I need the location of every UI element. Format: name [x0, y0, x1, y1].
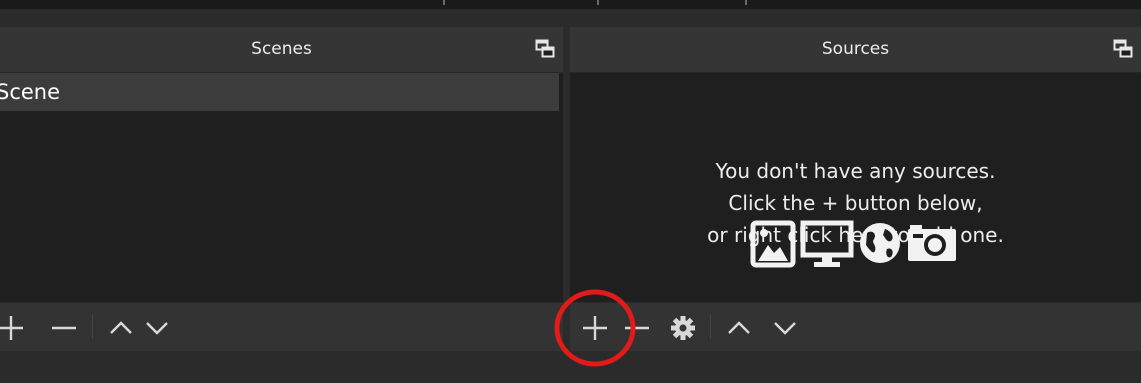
sources-title: Sources: [821, 39, 890, 59]
toolbar-separator: [710, 315, 711, 339]
undock-icon[interactable]: [1113, 39, 1133, 59]
top-strip-mark: [443, 0, 445, 5]
chevron-down-icon[interactable]: [770, 313, 800, 343]
minus-icon[interactable]: [49, 313, 79, 343]
top-strip-mark: [597, 0, 599, 5]
chevron-up-icon[interactable]: [724, 313, 754, 343]
gear-icon[interactable]: [668, 313, 698, 343]
scenes-toolbar: [0, 302, 563, 351]
scenes-titlebar: Scenes: [0, 27, 563, 73]
source-type-icons: [750, 219, 960, 269]
scene-item-label: Scene: [0, 80, 61, 104]
empty-message-line: You don't have any sources.: [715, 159, 996, 183]
image-icon: [750, 220, 796, 268]
scenes-list: Scene: [0, 73, 563, 302]
scenes-title: Scenes: [251, 39, 312, 59]
plus-icon[interactable]: [0, 313, 26, 343]
chevron-up-icon[interactable]: [106, 313, 136, 343]
empty-message-line: Click the + button below,: [728, 191, 983, 215]
bottom-strip: [0, 351, 1141, 383]
sources-dock: Sources You don't have any sources. Clic…: [570, 27, 1141, 351]
monitor-icon: [800, 220, 854, 267]
toolbar-separator: [92, 315, 93, 339]
chevron-down-icon[interactable]: [142, 313, 172, 343]
scenes-dock: Scenes Scene: [0, 27, 563, 351]
minus-icon[interactable]: [622, 313, 652, 343]
sources-toolbar: [570, 302, 1141, 351]
globe-icon: [860, 223, 900, 263]
sources-titlebar: Sources: [570, 27, 1141, 73]
undock-icon[interactable]: [535, 39, 555, 59]
top-strip: [0, 0, 1141, 9]
top-strip-mark: [745, 0, 747, 5]
scene-list-item[interactable]: Scene: [0, 73, 559, 111]
camera-icon: [908, 225, 956, 261]
plus-icon[interactable]: [580, 313, 610, 343]
